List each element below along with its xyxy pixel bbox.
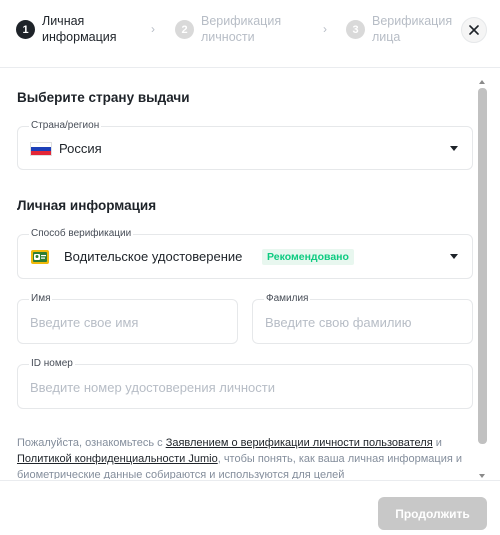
notice-middle: и [432,437,442,449]
first-name-placeholder: Введите свое имя [30,315,139,330]
id-number-label: ID номер [29,358,75,369]
id-number-field[interactable]: ID номер Введите номер удостоверения лич… [17,358,473,409]
dropdown-arrow-icon [450,254,458,259]
form-content: Выберите страну выдачи Страна/регион Рос… [0,69,500,479]
scrollbar-thumb[interactable] [478,88,487,444]
scrollbar[interactable] [478,80,487,480]
step-label: Верификация личности [201,14,282,44]
scroll-down-icon[interactable] [479,474,485,478]
close-icon [469,25,479,35]
privacy-policy-link[interactable]: Политикой конфиденциальности Jumio [17,453,218,465]
country-field-label: Страна/регион [29,120,102,131]
step-label: Верификация лица [372,14,453,44]
dropdown-arrow-icon [450,146,458,151]
continue-button[interactable]: Продолжить [378,497,487,530]
step-identity-verification: 2 Верификация личности [175,13,281,45]
country-section-title: Выберите страну выдачи [17,90,190,105]
notice-prefix: Пожалуйста, ознакомьтесь с [17,437,166,449]
id-number-placeholder: Введите номер удостоверения личности [30,380,276,395]
footer: Продолжить [0,480,500,535]
scroll-up-icon[interactable] [479,80,485,84]
last-name-placeholder: Введите свою фамилию [265,315,412,330]
first-name-label: Имя [29,293,53,304]
step-number: 3 [346,20,365,39]
last-name-field[interactable]: Фамилия Введите свою фамилию [252,293,473,344]
first-name-field[interactable]: Имя Введите свое имя [17,293,238,344]
step-number: 2 [175,20,194,39]
step-face-verification: 3 Верификация лица [346,13,452,45]
chevron-right-icon: › [323,22,327,36]
last-name-label: Фамилия [264,293,311,304]
privacy-notice: Пожалуйста, ознакомьтесь с Заявлением о … [17,435,471,479]
country-value: Россия [59,141,102,156]
personal-section-title: Личная информация [17,198,157,213]
verification-field-label: Способ верификации [29,228,134,239]
verification-method-select[interactable]: Способ верификации Водительское удостове… [17,228,473,279]
close-button[interactable] [461,17,487,43]
russia-flag-icon [30,142,52,156]
step-label: Личная информация [42,14,117,44]
country-select[interactable]: Страна/регион Россия [17,120,473,170]
recommended-badge: Рекомендовано [262,249,354,265]
chevron-right-icon: › [151,22,155,36]
verification-method-value: Водительское удостоверение [64,249,243,264]
identity-statement-link[interactable]: Заявлением о верификации личности пользо… [166,437,433,449]
stepper-header: 1 Личная информация › 2 Верификация личн… [0,0,500,68]
step-number: 1 [16,20,35,39]
drivers-license-icon [31,250,49,264]
step-personal-info: 1 Личная информация [16,13,117,45]
